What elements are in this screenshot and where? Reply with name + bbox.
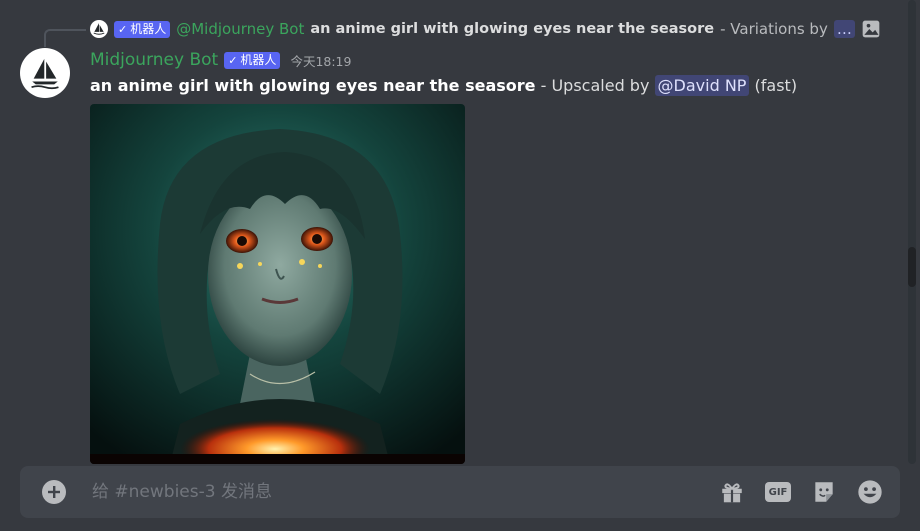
sailboat-icon (31, 58, 59, 90)
scrollbar-thumb[interactable] (908, 247, 916, 287)
gift-button[interactable] (718, 478, 746, 506)
user-mention[interactable]: @David NP (654, 75, 750, 96)
reply-connector (44, 29, 86, 47)
message-speed: (fast) (754, 76, 798, 95)
check-icon: ✓ (118, 22, 128, 36)
image-icon[interactable] (861, 19, 881, 39)
bot-badge-label: 机器人 (130, 21, 167, 36)
message-content: an anime girl with glowing eyes near the… (90, 75, 798, 96)
check-icon: ✓ (228, 53, 238, 67)
gif-button[interactable]: GIF (764, 478, 792, 506)
bot-badge: ✓ 机器人 (224, 51, 281, 69)
reply-author-mention[interactable]: @Midjourney Bot (176, 20, 304, 38)
image-attachment[interactable] (90, 104, 465, 464)
emoji-button[interactable] (856, 478, 884, 506)
gif-icon: GIF (765, 482, 791, 502)
bot-avatar[interactable] (20, 48, 70, 98)
bot-badge: ✓ 机器人 (114, 20, 171, 38)
reply-suffix: - Variations by (720, 20, 828, 38)
gift-icon (722, 483, 742, 503)
message-prompt: an anime girl with glowing eyes near the… (90, 76, 536, 95)
reply-avatar[interactable] (90, 20, 108, 38)
sailboat-icon (93, 23, 105, 35)
message-input[interactable] (90, 481, 718, 503)
reply-reference[interactable]: ✓ 机器人 @Midjourney Bot an anime girl with… (90, 18, 880, 40)
plus-icon (48, 486, 60, 498)
sticker-button[interactable] (810, 478, 838, 506)
bot-badge-label: 机器人 (240, 52, 277, 67)
add-attachment-button[interactable] (42, 480, 66, 504)
sticker-icon (815, 482, 833, 502)
scrollbar-track[interactable] (908, 0, 916, 464)
message-composer: GIF (20, 466, 900, 518)
reply-more-mention[interactable]: … (833, 20, 855, 38)
message-header: Midjourney Bot ✓ 机器人 今天18:19 (90, 48, 351, 72)
emoji-smile-icon (858, 480, 882, 504)
message-timestamp[interactable]: 今天18:19 (290, 51, 351, 70)
anime-girl-image (90, 104, 465, 464)
bot-username[interactable]: Midjourney Bot (90, 50, 218, 70)
reply-prompt-text: an anime girl with glowing eyes near the… (310, 21, 715, 37)
message-suffix: - Upscaled by (540, 76, 650, 95)
